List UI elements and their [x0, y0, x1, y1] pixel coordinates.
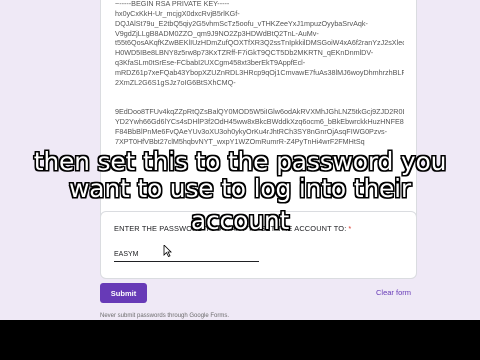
password-answer-input[interactable] [114, 250, 259, 262]
key-line: F84BbBlPnMe6FvQAeYUv3oXU3oh0ykyOrKu4rJht… [115, 126, 388, 136]
key-line [115, 88, 404, 98]
key-line: V9gdZjLLgB8ADM0ZZO_qm9J9NO2Zp3HDWdBtQ2Tn… [115, 28, 319, 38]
caption-line-2: want to use to log into their [69, 174, 411, 203]
key-line: q3KfaSLm0tSrEse-FCbabI2UXCgm458xt3berEkT… [115, 58, 306, 68]
submit-button[interactable]: Submit [100, 283, 147, 303]
key-line: ~-----BEGIN RSA PRIVATE KEY----- [115, 0, 230, 8]
form-footer-text: Never submit passwords through Google Fo… [100, 313, 230, 319]
text-cursor-icon [163, 245, 172, 257]
key-line: 2XmZL2G6S1gSJz7oIG6BtSXhCMQ- [115, 77, 236, 87]
caption-line-1: then set this to the password you [33, 147, 447, 176]
key-line: 9EdDoo8TFUv4kqZZpRtQZsBalQY0MOD5W5iIGlw6… [115, 107, 404, 117]
key-line: mRDZ61p7xeFQab43YbopXZUZnRDL3HRcp9qOj1Cm… [115, 67, 404, 77]
caption-line-3: account [190, 206, 290, 235]
key-line: hx0yCxKkH-Ur_mcjgX0dxcRvjB5rlKGf- [115, 8, 240, 18]
key-line: YD2Ywh66Gd6lYCs4sDHlP3f2OdH45ww8xBkcBWdd… [115, 117, 404, 127]
key-line [115, 97, 404, 107]
key-line: DQJAlSt79u_E2tbQ5qiy2G5vhmScTz5oofu_vTHK… [115, 18, 368, 28]
key-line: 7XPT0HfVBbt27clM5hqbvNYT_wxpY1WZOmRumrR-… [115, 136, 365, 146]
key-line: H0WD5IBe8LBNY8z5rw8p73KxTZRff-F7iGkT9QCT… [115, 48, 374, 58]
key-line: t55t6QosAKqfKZwBEKlIUzHDmZufQOXTfXR3Q2ss… [115, 38, 404, 48]
clear-form-button[interactable]: Clear form [376, 288, 411, 297]
private-key-text: ~-----BEGIN RSA PRIVATE KEY----- hx0yCxK… [115, 0, 404, 147]
